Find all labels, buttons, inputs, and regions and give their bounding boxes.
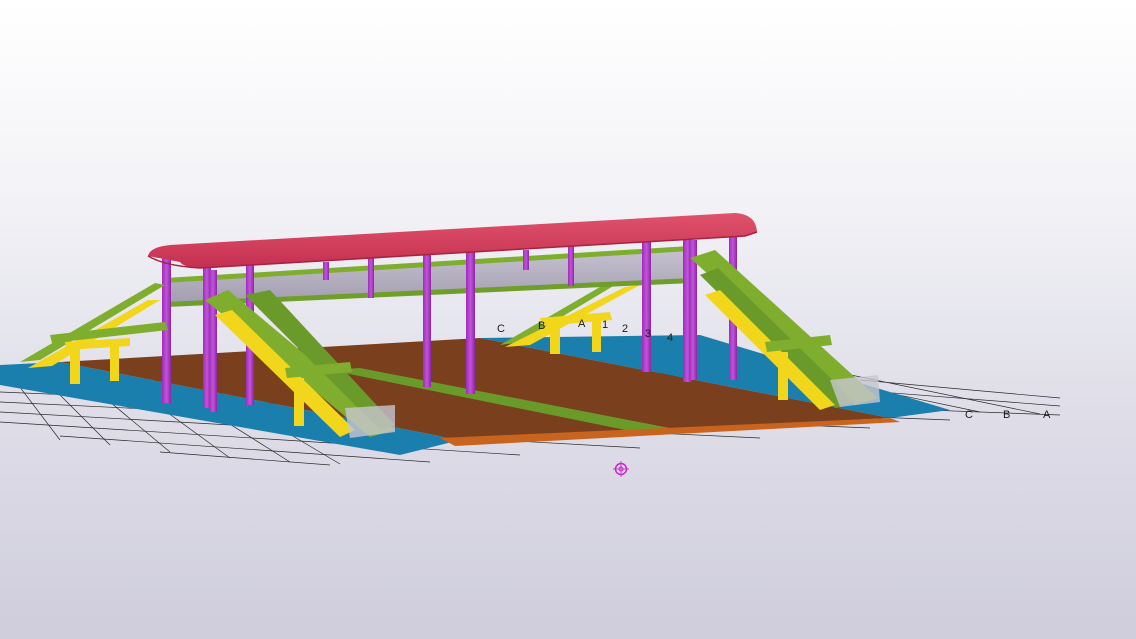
grid-label-1: 1 xyxy=(602,319,608,331)
grid-label-4: 4 xyxy=(667,332,673,344)
grid-labels-far: C B A xyxy=(965,409,1051,421)
grid-label-far-A: A xyxy=(1043,409,1051,421)
grid-label-C: C xyxy=(497,323,505,335)
grid-label-far-B: B xyxy=(1003,409,1010,421)
grid-label-2: 2 xyxy=(622,323,628,335)
view-rotation-point-icon[interactable] xyxy=(613,461,629,477)
grid-label-3: 3 xyxy=(645,328,651,340)
grid-label-far-C: C xyxy=(965,409,973,421)
grid-label-B: B xyxy=(538,320,545,332)
grid-label-A: A xyxy=(578,318,586,330)
model-viewport[interactable]: C B A 1 2 3 4 C B A xyxy=(0,0,1136,639)
bridge-3d-model[interactable]: C B A 1 2 3 4 C B A xyxy=(0,0,1136,639)
